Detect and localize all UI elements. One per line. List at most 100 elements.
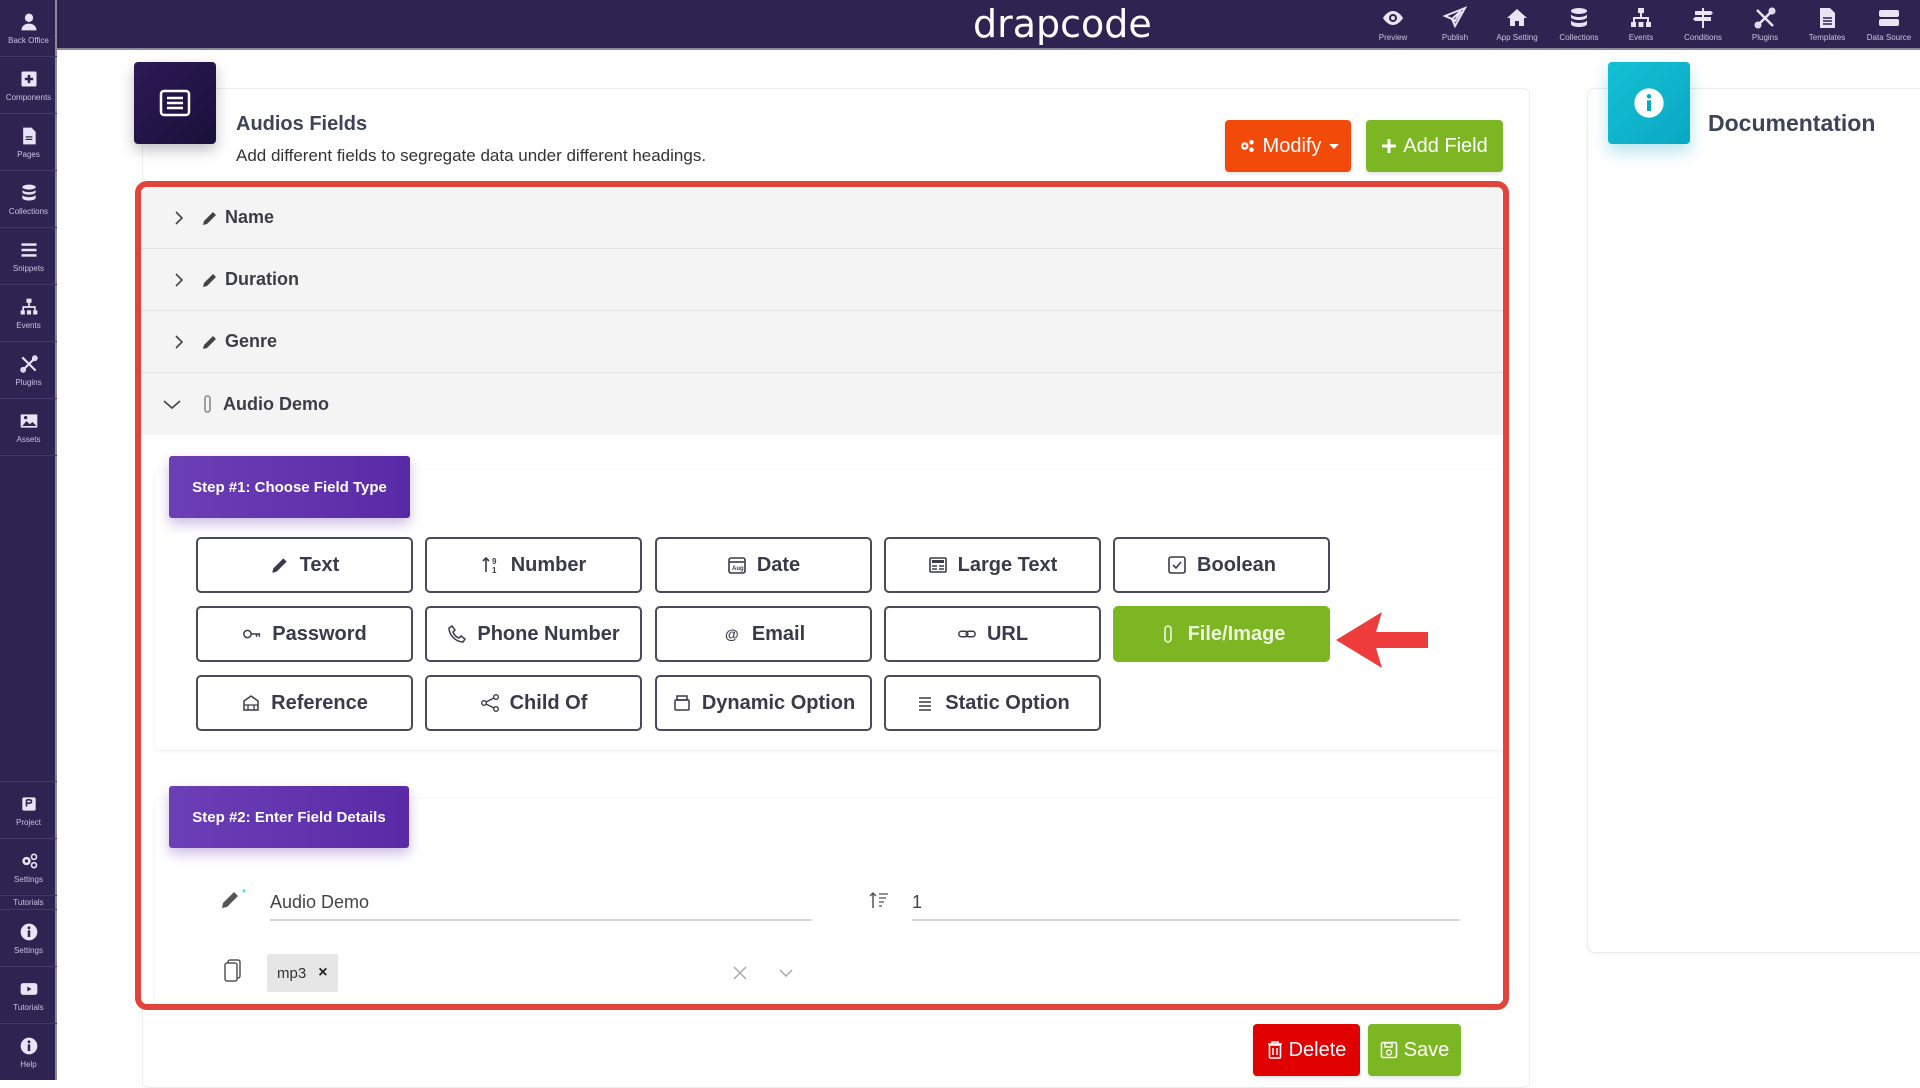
sort-order-icon (869, 891, 888, 908)
field-name-input[interactable] (270, 885, 812, 921)
info-icon (20, 1037, 37, 1054)
field-type-number[interactable]: 91 Number (425, 537, 642, 593)
field-type-date[interactable]: Aug Date (655, 537, 872, 593)
box-icon (674, 695, 690, 711)
topnav-app-setting[interactable]: App Setting (1486, 0, 1548, 48)
bars-icon (21, 242, 36, 257)
pencil-required-icon: * (222, 888, 246, 908)
field-accordion-audio-demo[interactable]: Audio Demo (141, 373, 1503, 435)
header-icon-box (134, 62, 216, 144)
field-type-password[interactable]: Password (196, 606, 413, 662)
svg-text:9: 9 (492, 557, 497, 566)
sidebar-item-settings-info[interactable]: Settings (0, 909, 57, 966)
pencil-icon (203, 211, 216, 225)
delete-label: Delete (1288, 1038, 1347, 1061)
topnav-label: App Setting (1496, 33, 1538, 42)
pencil-icon (203, 273, 216, 287)
field-type-reference[interactable]: Reference (196, 675, 413, 731)
field-order-input[interactable] (912, 885, 1460, 921)
sidebar-item-pages[interactable]: Pages (0, 114, 57, 171)
add-field-button[interactable]: Add Field (1366, 120, 1503, 172)
sidebar-label: Help (20, 1059, 37, 1069)
topnav-conditions[interactable]: Conditions (1672, 0, 1734, 48)
field-type-label: File/Image (1187, 622, 1286, 645)
database-icon (1571, 8, 1587, 27)
field-type-label: Phone Number (477, 622, 620, 645)
sidebar-tutorials-link[interactable]: Tutorials (0, 895, 57, 909)
field-type-child-of[interactable]: Child Of (425, 675, 642, 731)
sidebar-item-components[interactable]: Components (0, 57, 57, 114)
chip-remove-icon[interactable]: × (318, 964, 327, 982)
cogs-icon (1240, 140, 1254, 152)
modify-button[interactable]: Modify (1225, 120, 1351, 172)
field-type-label: Dynamic Option (701, 691, 856, 714)
checkbox-icon (1168, 556, 1186, 574)
chevron-down-icon (163, 400, 181, 410)
field-type-static-option[interactable]: Static Option (884, 675, 1101, 731)
sidebar-item-tutorials[interactable]: Tutorials (0, 966, 57, 1023)
documentation-icon-box (1608, 62, 1690, 144)
save-label: Save (1403, 1038, 1450, 1061)
signpost-icon (1693, 8, 1713, 28)
delete-button[interactable]: Delete (1253, 1024, 1360, 1076)
sidebar-item-project[interactable]: Project (0, 781, 57, 838)
add-field-label: Add Field (1403, 134, 1488, 157)
sidebar-item-collections[interactable]: Collections (0, 171, 57, 228)
sidebar-item-help[interactable]: Help (0, 1023, 57, 1080)
field-type-boolean[interactable]: Boolean (1113, 537, 1330, 593)
field-type-email[interactable]: @ Email (655, 606, 872, 662)
topnav-templates[interactable]: Templates (1796, 0, 1858, 48)
sitemap-icon (1631, 8, 1651, 27)
field-type-label: Date (756, 553, 801, 576)
topnav-publish[interactable]: Publish (1424, 0, 1486, 48)
clear-icon[interactable] (732, 965, 748, 981)
sort-numeric-icon: 91 (482, 556, 497, 575)
topnav-data-source[interactable]: Data Source (1858, 0, 1920, 48)
topnav-label: Preview (1378, 33, 1408, 42)
pencil-icon (203, 335, 216, 349)
sidebar-item-plugins[interactable]: Plugins (0, 342, 57, 399)
copy-icon (224, 959, 241, 982)
field-type-large-text[interactable]: Large Text (884, 537, 1101, 593)
field-type-file-image[interactable]: File/Image (1113, 606, 1330, 662)
sidebar-item-assets[interactable]: Assets (0, 399, 57, 456)
sidebar-item-settings[interactable]: Settings (0, 838, 57, 895)
trash-icon (1267, 1041, 1282, 1059)
topnav-preview[interactable]: Preview (1362, 0, 1424, 48)
plus-square-icon (21, 71, 36, 86)
field-type-dynamic-option[interactable]: Dynamic Option (655, 675, 872, 731)
field-accordion-name[interactable]: Name (141, 187, 1503, 249)
topnav-events[interactable]: Events (1610, 0, 1672, 48)
sidebar-item-snippets[interactable]: Snippets (0, 228, 57, 285)
documentation-title: Documentation (1708, 110, 1876, 136)
topnav-label: Collections (1559, 33, 1599, 42)
field-type-label: Boolean (1197, 553, 1276, 576)
sidebar-label: Project (16, 817, 41, 827)
sidebar-item-events[interactable]: Events (0, 285, 57, 342)
save-button[interactable]: Save (1368, 1024, 1461, 1076)
share-icon (480, 694, 499, 712)
sidebar-label: Assets (16, 434, 41, 444)
topnav-collections[interactable]: Collections (1548, 0, 1610, 48)
step1-badge: Step #1: Choose Field Type (169, 456, 410, 518)
database-icon (21, 184, 36, 200)
file-icon (22, 127, 36, 144)
field-label: Genre (225, 331, 278, 351)
page-subtitle: Add different fields to segregate data u… (236, 146, 707, 165)
video-icon (20, 982, 37, 995)
field-type-phone-number[interactable]: Phone Number (425, 606, 642, 662)
field-type-label: URL (986, 622, 1029, 645)
chevron-right-icon (175, 334, 184, 349)
step2-badge: Step #2: Enter Field Details (169, 786, 409, 848)
topnav-label: Data Source (1866, 33, 1912, 42)
field-accordion-genre[interactable]: Genre (141, 311, 1503, 373)
field-type-url[interactable]: URL (884, 606, 1101, 662)
topnav-plugins[interactable]: Plugins (1734, 0, 1796, 48)
cogs-icon (21, 853, 37, 868)
field-accordion-duration[interactable]: Duration (141, 249, 1503, 311)
field-type-text[interactable]: Text (196, 537, 413, 593)
sidebar-item-back-office[interactable]: Back Office (0, 0, 57, 57)
sidebar-label: Settings (14, 945, 43, 955)
topnav-label: Conditions (1684, 33, 1722, 42)
chevron-down-icon[interactable] (778, 967, 794, 979)
